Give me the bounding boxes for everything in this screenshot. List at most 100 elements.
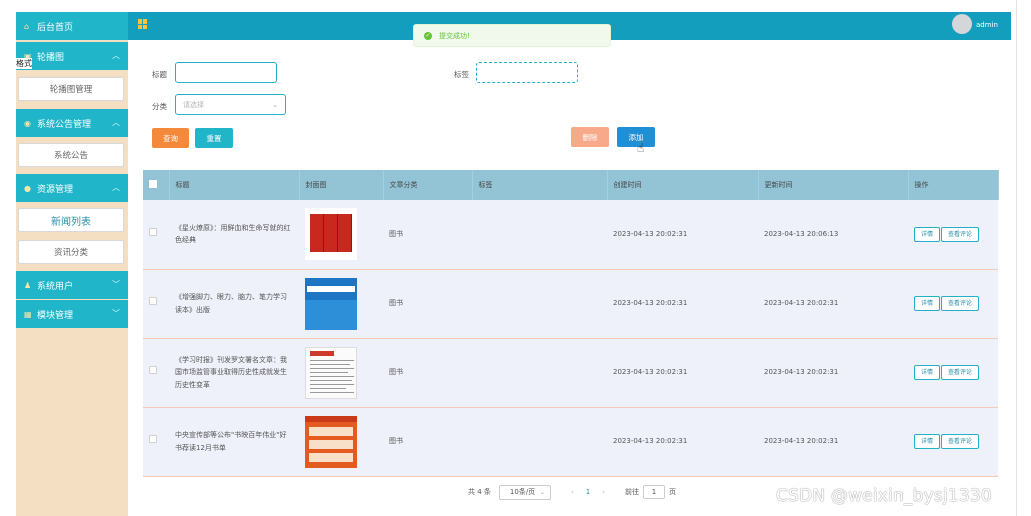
sidebar-item-carousel[interactable]: ▣ 轮播图 ︿	[16, 42, 128, 70]
goto-prefix: 前往	[625, 488, 639, 496]
row-checkbox[interactable]	[149, 435, 157, 444]
news-table: 标题 封面图 文章分类 标签 创建时间 更新时间 操作 《星火燎原》：用鲜血和生…	[143, 170, 999, 477]
sidebar-item-modules[interactable]: ▦ 模块管理 ﹀	[16, 300, 128, 328]
table-row: 《增强脚力、眼力、脑力、笔力学习读本》出版 图书 2023-04-13 20:0…	[143, 269, 998, 339]
chevron-up-icon: ︿	[112, 183, 120, 192]
avatar[interactable]	[952, 14, 972, 34]
success-toast: ✓ 提交成功!	[413, 24, 611, 47]
detail-button[interactable]: 详情	[914, 365, 941, 380]
search-button[interactable]: 查询	[152, 128, 189, 148]
view-comments-button[interactable]: 查看评论	[941, 226, 980, 242]
column-header: 创建时间	[607, 170, 759, 200]
column-header: 操作	[908, 170, 999, 200]
sidebar-item-users[interactable]: ♟ 系统用户 ﹀	[16, 271, 128, 299]
row-title: 《增强脚力、眼力、脑力、笔力学习读本》出版	[169, 269, 299, 339]
chevron-up-icon: ︿	[112, 51, 120, 60]
toast-message: 提交成功!	[439, 31, 470, 40]
current-page[interactable]: 1	[586, 488, 590, 496]
sidebar-subitem-news-list[interactable]: 新闻列表	[18, 208, 124, 232]
table-row: 《星火燎原》：用鲜血和生命写就的红色经典 图书 2023-04-13 20:02…	[143, 200, 998, 270]
username[interactable]: admin	[976, 21, 998, 29]
column-header: 更新时间	[758, 170, 909, 200]
row-tag	[472, 200, 607, 270]
view-comments-button[interactable]: 查看评论	[941, 365, 980, 380]
row-tag	[472, 269, 607, 339]
pagination: 共 4 条 10条/页 ⌄ ‹ 1 › 前往 1 页	[468, 484, 676, 500]
table-header-row: 标题 封面图 文章分类 标签 创建时间 更新时间 操作	[143, 170, 999, 200]
row-created: 2023-04-13 20:02:31	[607, 338, 758, 408]
category-filter-label: 分类	[152, 102, 167, 111]
bell-icon: ◉	[24, 118, 31, 128]
cover-image	[305, 277, 357, 330]
view-comments-button[interactable]: 查看评论	[941, 296, 980, 311]
row-created: 2023-04-13 20:02:31	[607, 269, 758, 339]
home-icon: ⌂	[24, 21, 30, 31]
cover-image	[305, 208, 357, 261]
table-row: 中央宣传部等公布"书映百年伟业"好书荐读12月书单 图书 2023-04-13 …	[143, 407, 998, 477]
row-created: 2023-04-13 20:02:31	[607, 200, 758, 270]
column-header: 文章分类	[383, 170, 473, 200]
detail-button[interactable]: 详情	[914, 226, 941, 242]
resource-icon: ●	[24, 183, 31, 193]
sidebar: ⌂ 后台首页 ▣ 轮播图 ︿ 轮播图管理 ◉ 系统公告管理 ︿ 系统公告 ● 资…	[16, 12, 128, 516]
table-row: 《学习时报》刊发罗文署名文章：我国市场监管事业取得历史性成就发生历史性变革 图书…	[143, 338, 998, 408]
sidebar-item-label: 系统公告管理	[37, 119, 92, 130]
next-page-icon[interactable]: ›	[602, 488, 605, 496]
detail-button[interactable]: 详情	[914, 434, 941, 449]
hand-cursor-icon: ☝	[637, 141, 645, 155]
goto-suffix: 页	[669, 488, 676, 496]
category-placeholder: 请选择	[183, 100, 204, 109]
tag-filter-input[interactable]	[476, 62, 578, 83]
add-button[interactable]: 添加	[617, 127, 655, 147]
prev-page-icon[interactable]: ‹	[571, 488, 574, 496]
total-count: 共 4 条	[468, 488, 491, 496]
delete-button[interactable]: 删除	[571, 127, 609, 147]
column-header: 标题	[169, 170, 300, 200]
sidebar-subitem-carousel-manage[interactable]: 轮播图管理	[18, 77, 124, 101]
stray-label: 格式	[16, 58, 32, 69]
column-header: 封面图	[299, 170, 384, 200]
sidebar-item-home[interactable]: ⌂ 后台首页	[16, 12, 128, 40]
cover-image	[305, 346, 357, 399]
title-filter-input[interactable]	[175, 62, 277, 83]
page-size-value: 10条/页	[509, 488, 536, 496]
row-checkbox[interactable]	[149, 366, 157, 375]
row-checkbox[interactable]	[149, 228, 157, 237]
page-size-select[interactable]: 10条/页 ⌄	[498, 484, 551, 500]
sidebar-subitem-news-category[interactable]: 资讯分类	[18, 240, 124, 264]
chevron-down-icon: ⌄	[539, 488, 545, 496]
row-updated: 2023-04-13 20:06:13	[758, 200, 908, 270]
reset-button[interactable]: 重置	[195, 128, 233, 148]
row-checkbox[interactable]	[149, 297, 157, 306]
goto-page-input[interactable]: 1	[643, 485, 665, 499]
grid-menu-icon[interactable]	[138, 19, 148, 29]
user-icon: ♟	[24, 280, 32, 290]
sidebar-subitem-notice[interactable]: 系统公告	[18, 143, 124, 167]
detail-button[interactable]: 详情	[914, 296, 941, 311]
sidebar-item-label: 资源管理	[37, 184, 74, 195]
row-updated: 2023-04-13 20:02:31	[758, 407, 908, 477]
check-circle-icon: ✓	[424, 31, 432, 40]
chevron-up-icon: ︿	[112, 118, 120, 127]
row-title: 中央宣传部等公布"书映百年伟业"好书荐读12月书单	[169, 407, 299, 477]
category-select[interactable]: 请选择 ⌄	[175, 94, 286, 115]
page-divider	[1016, 0, 1017, 516]
row-category: 图书	[383, 338, 472, 408]
chevron-down-icon: ﹀	[112, 309, 120, 318]
select-all-checkbox[interactable]	[149, 180, 157, 188]
sidebar-item-resources[interactable]: ● 资源管理 ︿	[16, 174, 128, 202]
sidebar-item-notice[interactable]: ◉ 系统公告管理 ︿	[16, 109, 128, 137]
row-category: 图书	[383, 407, 472, 477]
tag-filter-label: 标签	[454, 70, 469, 79]
row-updated: 2023-04-13 20:02:31	[758, 338, 908, 408]
row-title: 《星火燎原》：用鲜血和生命写就的红色经典	[169, 200, 299, 270]
select-all-cell	[143, 170, 170, 200]
row-title: 《学习时报》刊发罗文署名文章：我国市场监管事业取得历史性成就发生历史性变革	[169, 338, 299, 408]
title-filter-label: 标题	[152, 70, 167, 79]
view-comments-button[interactable]: 查看评论	[941, 434, 980, 449]
row-tag	[472, 407, 607, 477]
watermark: CSDN @weixin_bysj1330	[776, 486, 992, 506]
sidebar-item-label: 轮播图	[37, 52, 65, 63]
column-header: 标签	[472, 170, 608, 200]
row-category: 图书	[383, 200, 472, 270]
